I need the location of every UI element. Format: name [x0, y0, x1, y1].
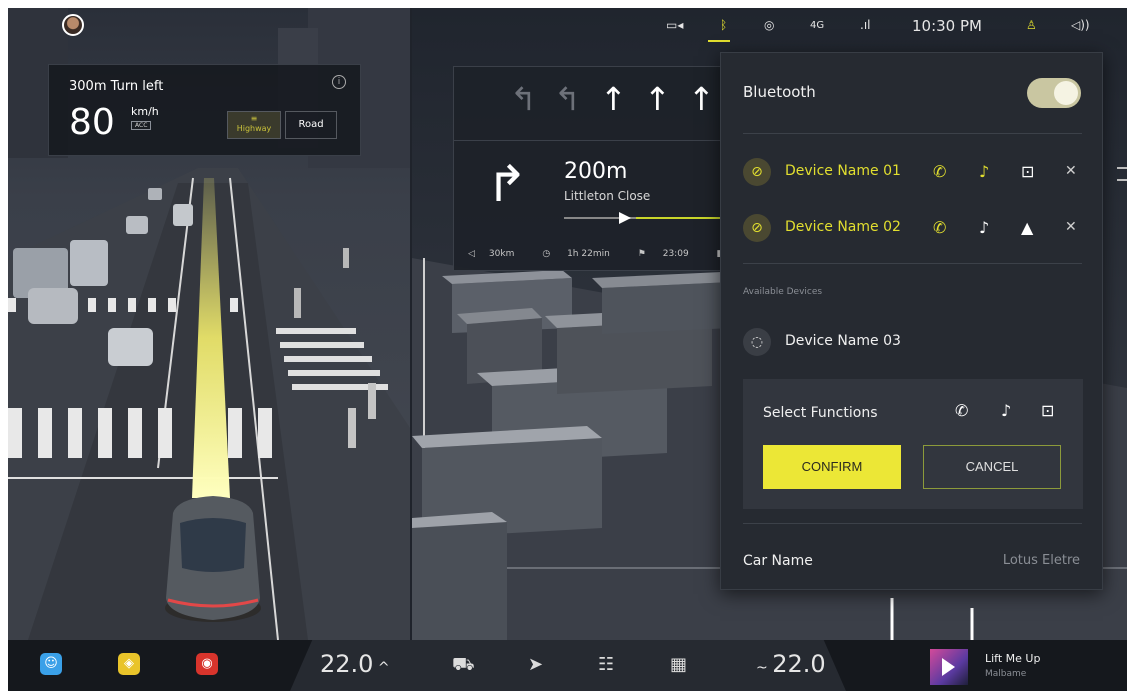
- navigation-card[interactable]: ↰ ↰ ↑ ↑ ↑ ↱ 200m Littleton Close ◁ 30km ◷ …: [453, 66, 747, 271]
- user-avatar[interactable]: [62, 14, 84, 36]
- bluetooth-title: Bluetooth: [743, 83, 816, 101]
- flag-icon: ⚑: [637, 249, 649, 259]
- car-name-label: Car Name: [743, 553, 813, 569]
- temp-down-icon: ~: [756, 660, 773, 676]
- adas-view: 300m Turn left 80 km/h ACC ≡ Highway Roa…: [8, 8, 410, 640]
- disconnect-icon[interactable]: ✕: [1065, 219, 1077, 235]
- trip-arrival-value: 23:09: [662, 249, 689, 259]
- road-mode-chip[interactable]: Road: [285, 111, 337, 139]
- connected-device-2[interactable]: ⊘ Device Name 02 ✆ ♪ ▲ ✕: [743, 211, 1083, 245]
- phone-function-icon[interactable]: ✆: [955, 401, 968, 420]
- apps-grid-icon[interactable]: ▦: [670, 654, 687, 675]
- album-art[interactable]: [930, 649, 968, 685]
- speed-unit: km/h: [131, 105, 159, 118]
- maneuver-distance: 200m: [564, 159, 628, 184]
- select-functions-box: Select Functions ✆ ♪ ⊡ CONFIRM CANCEL: [743, 379, 1083, 509]
- lane-left-turn-icon: ↰: [554, 80, 581, 118]
- lane-guidance: ↰ ↰ ↑ ↑ ↑: [454, 67, 742, 141]
- bottom-dock: ☺ ◈ ◉ 22.0 ^ ⛟ ➤ ☷ ▦ ~ 22.0 Lift Me Up M…: [8, 640, 1127, 691]
- cancel-button[interactable]: CANCEL: [923, 445, 1061, 489]
- route-progress: [564, 217, 744, 219]
- highway-mode-label: Highway: [236, 124, 272, 133]
- bluetooth-panel: Bluetooth ⊘ Device Name 01 ✆ ♪ ⊡ ✕ ⊘ Dev…: [720, 52, 1103, 590]
- info-icon[interactable]: i: [332, 75, 346, 89]
- temp-up-icon: ^: [373, 660, 390, 676]
- wireless-icon[interactable]: ◎: [764, 18, 774, 32]
- clock-icon: ◷: [542, 249, 554, 259]
- available-device-1[interactable]: ◌ Device Name 03: [743, 325, 1083, 359]
- music-icon[interactable]: ♪: [979, 218, 989, 238]
- settings-sliders-icon[interactable]: ☷: [598, 654, 614, 675]
- assistant-app-icon[interactable]: ☺: [40, 653, 62, 675]
- network-type: 4G: [810, 20, 825, 31]
- speed-limit-badge: ACC: [131, 121, 152, 130]
- trip-time: ◷ 1h 22min: [542, 249, 623, 259]
- connected-device-1[interactable]: ⊘ Device Name 01 ✆ ♪ ⊡ ✕: [743, 155, 1083, 189]
- bluetooth-icon[interactable]: ᛒ: [720, 18, 727, 32]
- street-name: Littleton Close: [564, 189, 651, 203]
- lane-straight-icon: ↑: [688, 80, 715, 118]
- user-lock-icon[interactable]: ♙: [1026, 18, 1037, 32]
- clock: 10:30 PM: [912, 17, 982, 35]
- lane-straight-icon: ↑: [600, 80, 627, 118]
- confirm-button[interactable]: CONFIRM: [763, 445, 901, 489]
- trip-time-value: 1h 22min: [567, 249, 610, 259]
- maps-app-icon[interactable]: ◈: [118, 653, 140, 675]
- speed-card: 300m Turn left 80 km/h ACC ≡ Highway Roa…: [48, 64, 361, 156]
- speaker-icon[interactable]: ⊡: [1021, 162, 1034, 182]
- turn-right-icon: ↱: [486, 155, 528, 213]
- temp-left-value: 22.0: [320, 650, 374, 678]
- phone-icon[interactable]: ✆: [933, 218, 946, 238]
- lane-left-turn-icon: ↰: [510, 80, 537, 118]
- car-name-value[interactable]: Lotus Eletre: [1003, 553, 1080, 568]
- signal-icon: .ıl: [860, 18, 871, 32]
- loading-icon: ◌: [743, 328, 771, 356]
- media-artist: Malbame: [985, 669, 1027, 679]
- distance-icon: ◁: [468, 249, 475, 259]
- navigate-icon[interactable]: ➤: [528, 654, 543, 675]
- highway-mode-icon: ≡: [250, 114, 258, 123]
- link-icon: ⊘: [743, 214, 771, 242]
- phone-icon[interactable]: ✆: [933, 162, 946, 182]
- toggle-knob: [1054, 81, 1078, 105]
- trip-distance: ◁ 30km: [468, 249, 528, 259]
- available-devices-label: Available Devices: [743, 287, 823, 297]
- media-title[interactable]: Lift Me Up: [985, 652, 1040, 665]
- trip-arrival: ⚑ 23:09: [638, 249, 703, 259]
- temp-right[interactable]: ~ 22.0: [756, 650, 826, 678]
- turn-instruction: 300m Turn left: [69, 79, 164, 94]
- car-icon[interactable]: ⛟: [452, 654, 475, 678]
- device-name: Device Name 03: [785, 333, 901, 349]
- navigation-icon[interactable]: ▲: [1021, 218, 1033, 238]
- temp-right-value: 22.0: [772, 650, 826, 678]
- device-name: Device Name 01: [785, 163, 901, 179]
- current-speed: 80: [69, 102, 115, 143]
- volume-icon[interactable]: ◁)): [1071, 18, 1090, 32]
- speaker-function-icon[interactable]: ⊡: [1041, 401, 1054, 420]
- disconnect-icon[interactable]: ✕: [1065, 163, 1077, 179]
- highway-mode-chip[interactable]: ≡ Highway: [227, 111, 281, 139]
- play-icon: [942, 658, 955, 676]
- divider: [743, 133, 1082, 134]
- camera-icon[interactable]: ▭◂: [666, 18, 683, 32]
- music-icon[interactable]: ♪: [979, 162, 989, 182]
- vehicle-position-icon: [619, 212, 631, 224]
- link-icon: ⊘: [743, 158, 771, 186]
- bluetooth-active-indicator: [708, 40, 730, 42]
- device-name: Device Name 02: [785, 219, 901, 235]
- divider: [743, 523, 1082, 524]
- select-functions-label: Select Functions: [763, 405, 878, 421]
- music-app-icon[interactable]: ◉: [196, 653, 218, 675]
- music-function-icon[interactable]: ♪: [1001, 401, 1011, 420]
- bluetooth-toggle[interactable]: [1027, 78, 1081, 108]
- lane-straight-icon: ↑: [644, 80, 671, 118]
- infotainment-screen: 300m Turn left 80 km/h ACC ≡ Highway Roa…: [8, 8, 1127, 691]
- temp-left[interactable]: 22.0 ^: [320, 650, 390, 678]
- trip-distance-value: 30km: [488, 249, 515, 259]
- divider: [743, 263, 1082, 264]
